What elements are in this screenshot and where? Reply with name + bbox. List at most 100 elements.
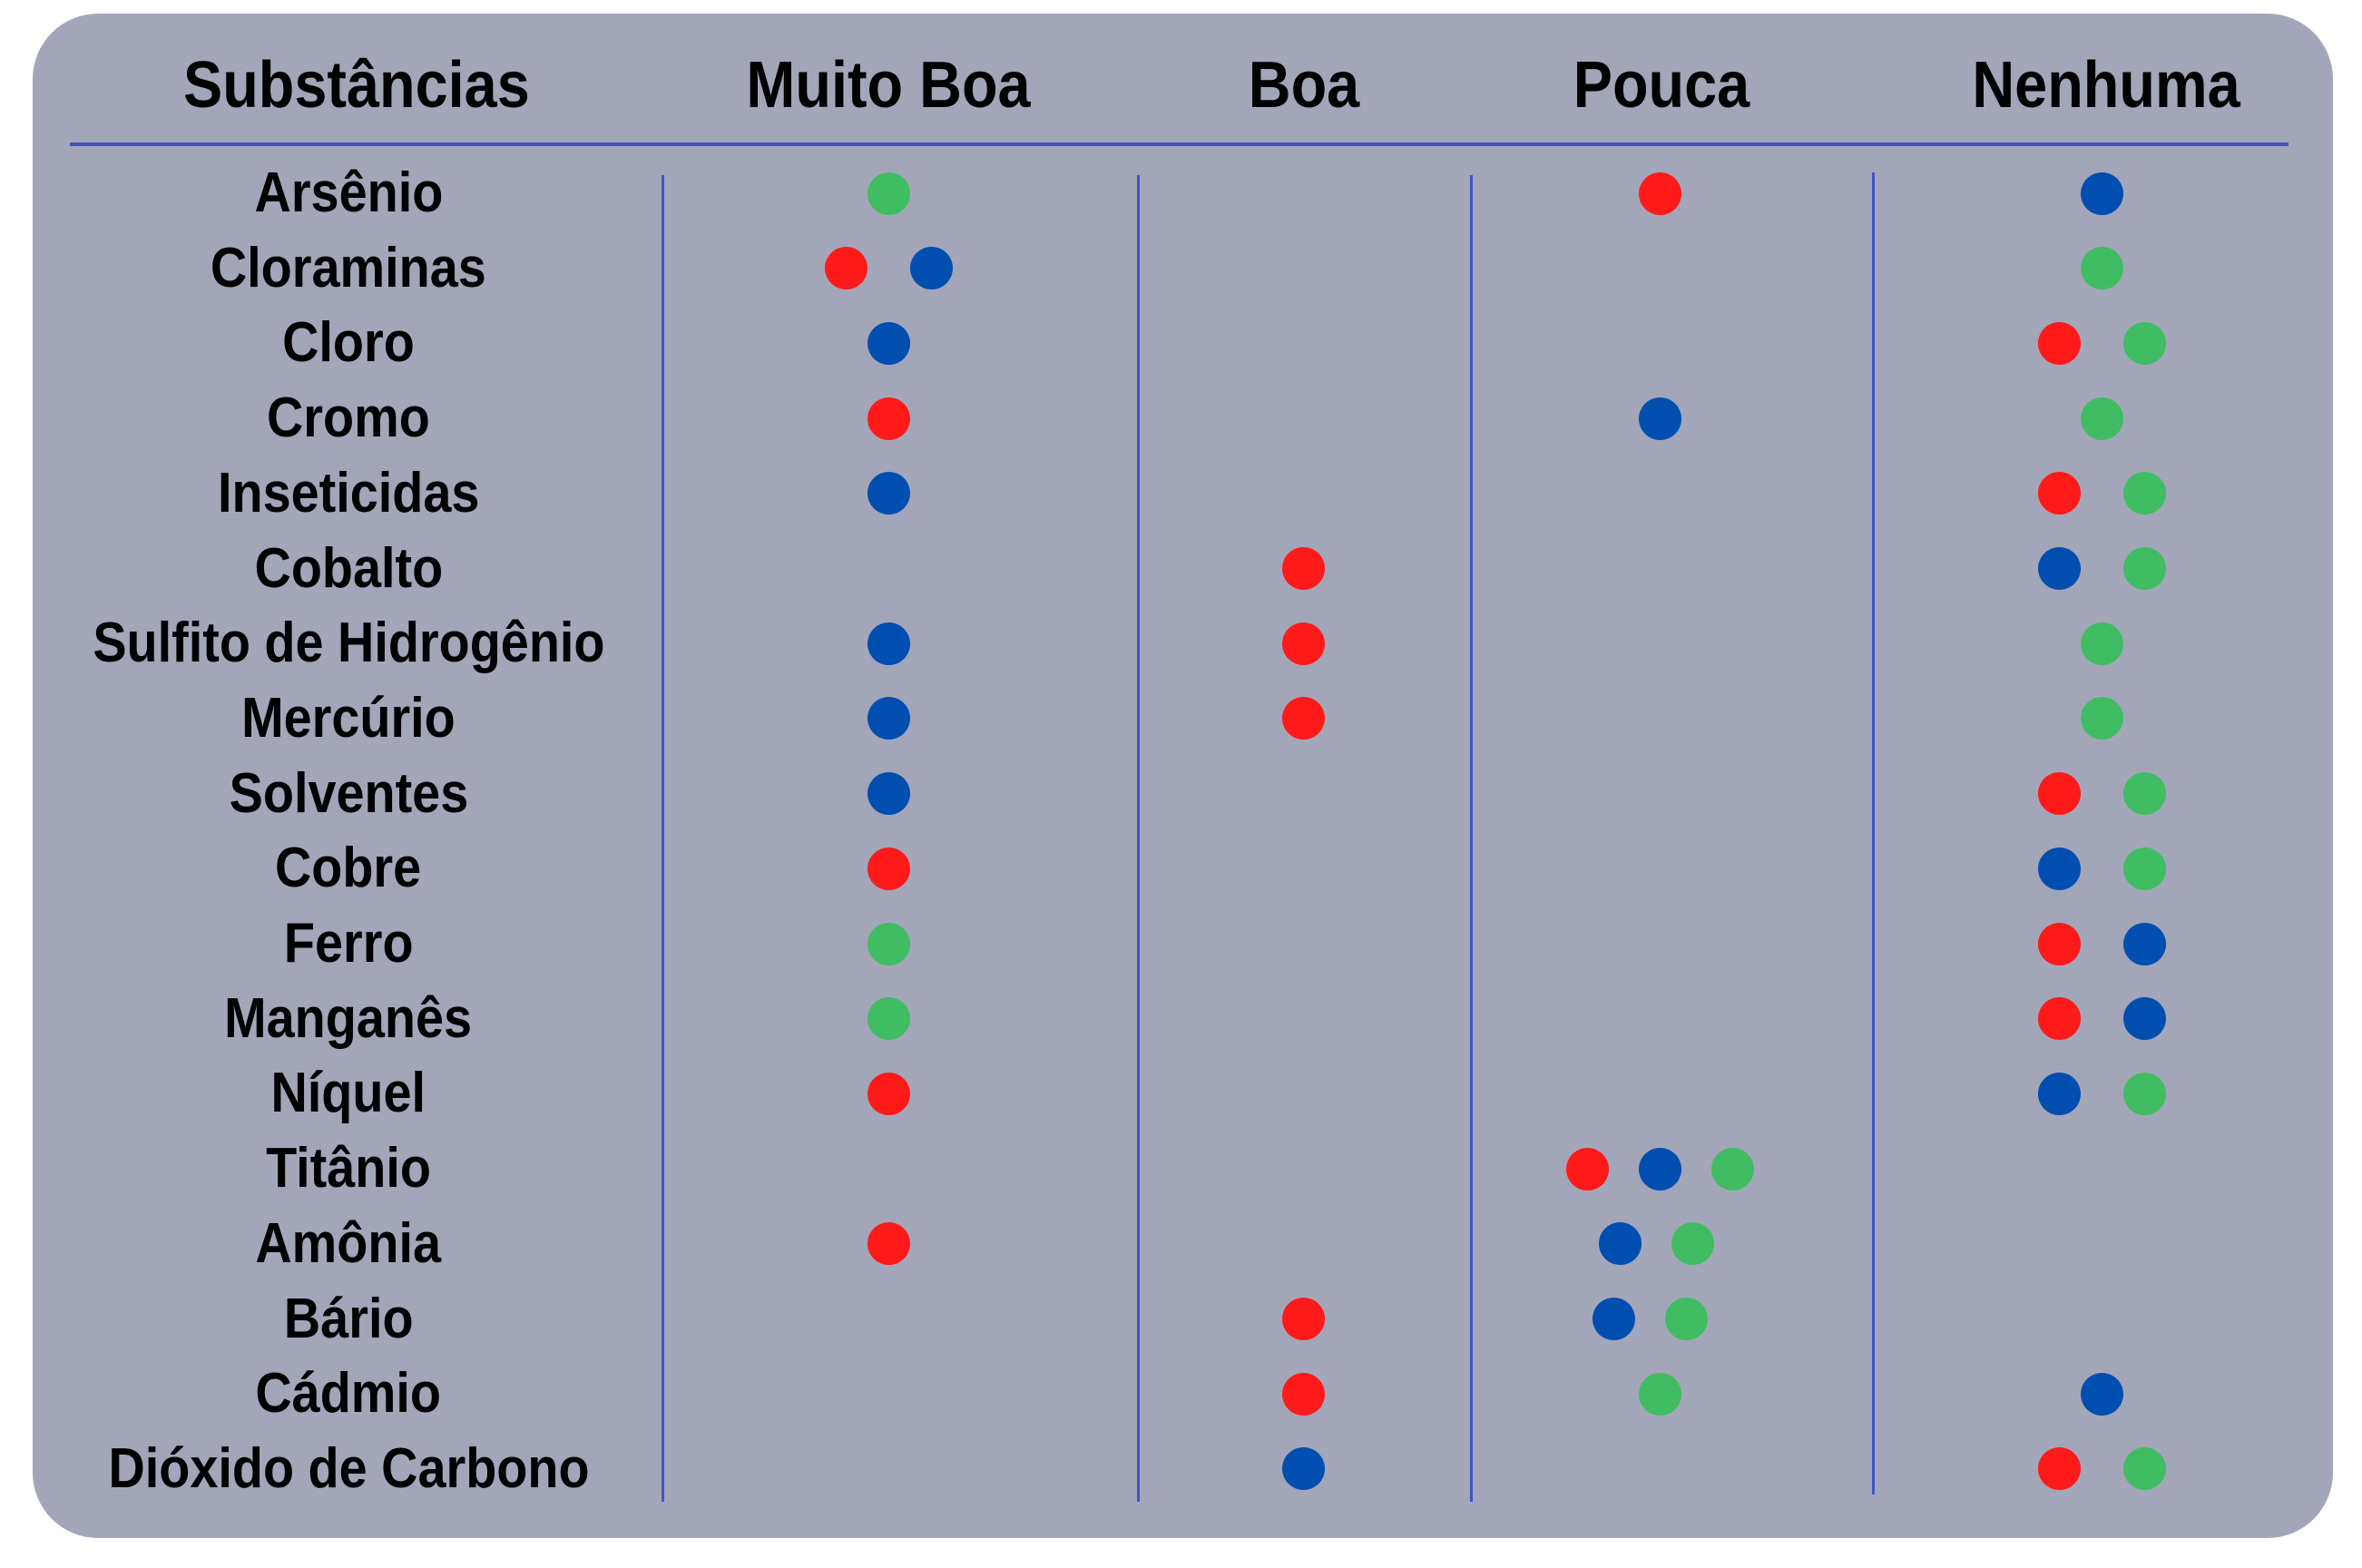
header-substances: Substâncias [183,49,530,122]
substance-name: Cobre [275,837,422,900]
dot-blue-nenhuma [2122,997,2166,1041]
substance-name: Níquel [270,1062,426,1125]
dot-red-boa [1281,1372,1325,1416]
column-divider [1470,175,1473,1502]
dot-blue-muito-boa [867,772,910,816]
header-pouca: Pouca [1573,49,1750,122]
dot-green-muito-boa [867,172,910,215]
dot-green-nenhuma [2080,247,2123,290]
substance-label: Solventes [58,762,639,826]
dot-blue-muito-boa [867,472,910,515]
dot-red-muito-boa [867,847,910,890]
dot-blue-nenhuma [2080,1372,2123,1416]
substance-label: Manganês [58,987,639,1051]
dot-red-boa [1281,622,1325,665]
substance-label: Cromo [58,387,639,450]
dot-red-nenhuma [2037,772,2081,816]
substance-name: Cromo [267,387,430,450]
substance-name: Cádmio [255,1362,442,1426]
dot-blue-muito-boa [867,622,910,665]
dot-blue-nenhuma [2037,847,2081,890]
dot-red-nenhuma [2037,472,2081,515]
dot-red-nenhuma [2037,922,2081,965]
dot-green-nenhuma [2080,397,2123,440]
dot-red-boa [1281,1298,1325,1340]
dot-blue-muito-boa [867,697,910,740]
substance-name: Manganês [224,986,473,1050]
substance-label: Cloraminas [58,237,639,300]
dot-red-muito-boa [867,1222,910,1266]
dot-green-nenhuma [2122,547,2166,590]
substance-label: Arsênio [58,162,639,225]
substance-label: Mercúrio [58,687,639,750]
dot-green-nenhuma [2122,1447,2166,1491]
substance-name: Ferro [283,912,414,975]
substance-label: Dióxido de Carbono [58,1437,639,1501]
dot-blue-nenhuma [2080,172,2123,215]
dot-blue-pouca [1638,1147,1681,1191]
dot-green-pouca [1671,1222,1714,1266]
dot-red-boa [1281,697,1325,740]
substance-name: Amônia [255,1211,442,1275]
substance-name: Cobalto [254,536,443,600]
dot-red-muito-boa [824,247,867,290]
substance-name: Bário [283,1287,414,1350]
dot-red-pouca [1638,172,1681,215]
dot-blue-pouca [1598,1222,1642,1266]
header-nenhuma: Nenhuma [1972,49,2240,122]
dot-blue-muito-boa [909,247,953,290]
dot-blue-pouca [1592,1298,1635,1340]
dot-green-muito-boa [867,997,910,1041]
dot-green-nenhuma [2080,697,2123,740]
substance-label: Ferro [58,912,639,975]
dot-red-nenhuma [2037,321,2081,365]
dot-green-pouca [1664,1298,1708,1340]
dot-blue-boa [1281,1447,1325,1491]
dot-red-nenhuma [2037,997,2081,1041]
dot-blue-nenhuma [2037,1072,2081,1115]
substance-label: Cobalto [58,537,639,601]
column-divider [1137,175,1140,1502]
dot-red-pouca [1565,1147,1609,1191]
substance-label: Bário [58,1288,639,1351]
column-divider [1872,172,1875,1494]
dot-blue-muito-boa [867,321,910,365]
substance-name: Sulfito de Hidrogênio [92,612,605,675]
substance-name: Titânio [266,1137,431,1200]
substance-name: Cloraminas [211,236,486,299]
dot-green-pouca [1710,1147,1754,1191]
substance-label: Cloro [58,311,639,375]
substance-name: Mercúrio [241,686,456,750]
substance-name: Solventes [229,761,468,825]
dot-red-muito-boa [867,397,910,440]
dot-green-nenhuma [2122,1072,2166,1115]
substance-label: Titânio [58,1137,639,1200]
header-muito-boa: Muito Boa [746,49,1031,122]
substance-label: Níquel [58,1062,639,1125]
dot-blue-nenhuma [2122,922,2166,965]
dot-red-nenhuma [2037,1447,2081,1491]
substance-name: Cloro [282,311,415,375]
substance-name: Arsênio [254,162,443,224]
dot-blue-nenhuma [2037,547,2081,590]
substance-label: Cádmio [58,1362,639,1426]
substance-label: Inseticidas [58,462,639,525]
substance-name: Dióxido de Carbono [107,1436,590,1500]
header-divider [70,142,2288,146]
header-boa: Boa [1248,49,1360,122]
dot-green-nenhuma [2122,772,2166,816]
dot-blue-pouca [1638,397,1681,440]
substance-label: Sulfito de Hidrogênio [58,612,639,675]
column-divider [662,175,664,1502]
substance-name: Inseticidas [217,461,480,524]
dot-green-nenhuma [2122,321,2166,365]
dot-red-muito-boa [867,1072,910,1115]
substance-label: Amônia [58,1212,639,1276]
dot-green-muito-boa [867,922,910,965]
dot-red-boa [1281,547,1325,590]
dot-green-nenhuma [2122,847,2166,890]
substance-label: Cobre [58,837,639,900]
dot-green-nenhuma [2122,472,2166,515]
dot-green-pouca [1638,1372,1681,1416]
dot-green-nenhuma [2080,622,2123,665]
